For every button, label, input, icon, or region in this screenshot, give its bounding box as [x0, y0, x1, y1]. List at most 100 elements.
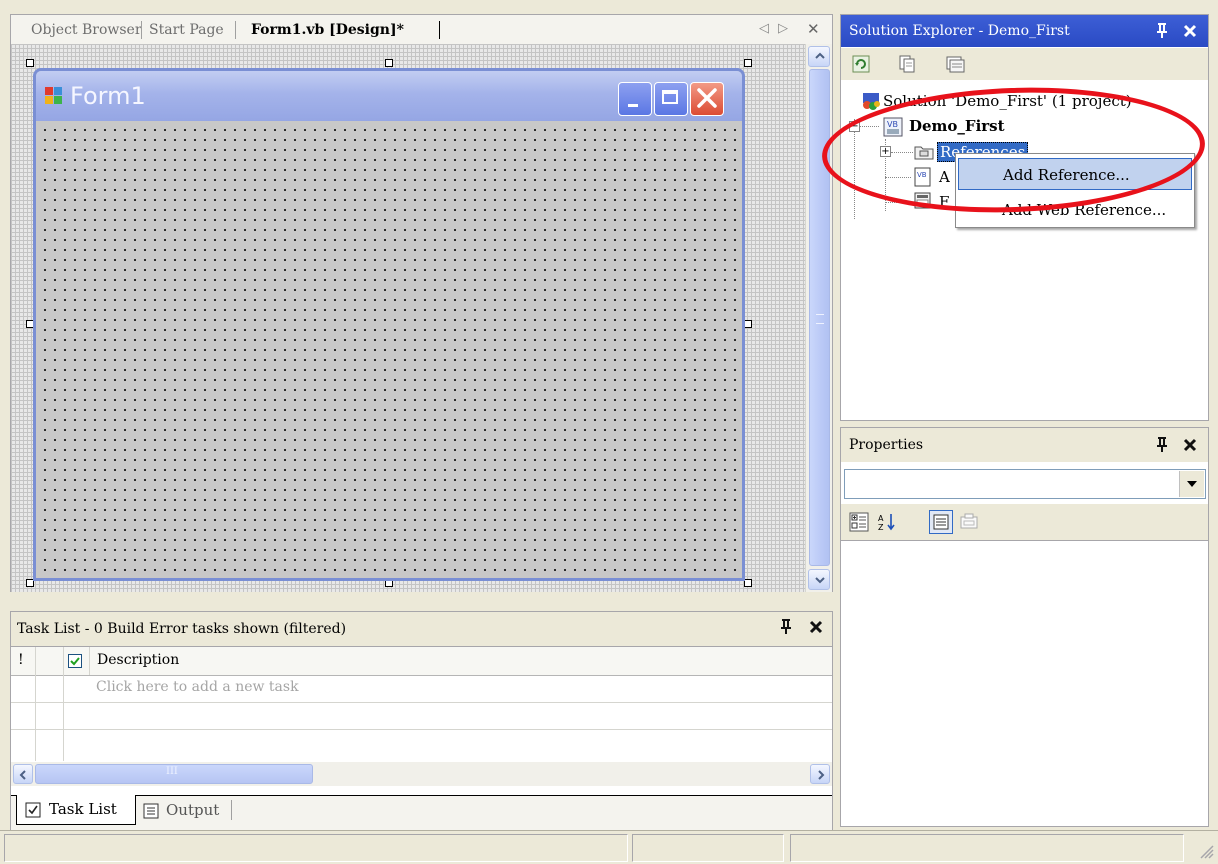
column-divider	[35, 647, 36, 675]
tab-object-browser[interactable]: Object Browser	[31, 22, 142, 38]
close-icon[interactable]	[1182, 22, 1198, 40]
vb-file-icon: VB	[914, 167, 932, 187]
scroll-left-button[interactable]	[13, 764, 33, 784]
scroll-thumb[interactable]: III	[35, 764, 313, 784]
form-icon	[45, 87, 63, 105]
solution-icon	[861, 93, 881, 111]
add-reference-label: Add Reference...	[1003, 166, 1130, 184]
pin-icon[interactable]	[1155, 436, 1169, 454]
checked-column-header[interactable]	[68, 654, 82, 668]
column-divider	[89, 647, 90, 675]
status-pane	[790, 834, 1184, 862]
status-pane	[632, 834, 784, 862]
form-close-button[interactable]	[690, 82, 724, 116]
scroll-right-button[interactable]	[810, 764, 830, 784]
scroll-down-button[interactable]	[808, 569, 830, 590]
resize-handle[interactable]	[26, 59, 34, 67]
resize-handle[interactable]	[744, 579, 752, 587]
tab-start-page[interactable]: Start Page	[149, 22, 224, 38]
grip-icon	[816, 314, 824, 324]
pin-icon[interactable]	[1155, 22, 1169, 40]
close-icon[interactable]	[808, 618, 824, 636]
collapse-icon[interactable]: −	[849, 121, 860, 132]
references-icon	[914, 143, 934, 161]
resize-handle[interactable]	[744, 320, 752, 328]
designer-vertical-scrollbar[interactable]	[805, 44, 833, 592]
chevron-left-icon	[18, 769, 28, 781]
row-divider	[11, 729, 832, 730]
scroll-tabs-left-icon[interactable]: ◁	[759, 21, 769, 36]
task-list-horizontal-scrollbar[interactable]: III	[11, 762, 832, 786]
solution-explorer-title: Solution Explorer - Demo_First	[849, 23, 1070, 39]
svg-text:A: A	[878, 514, 884, 523]
tree-connector	[854, 119, 855, 219]
close-icon[interactable]	[1182, 436, 1198, 454]
resize-grip-icon[interactable]	[1196, 841, 1214, 859]
categorized-icon[interactable]	[849, 512, 869, 532]
tab-output[interactable]: Output	[139, 796, 239, 824]
scroll-grip: III	[166, 766, 178, 777]
svg-text:VB: VB	[887, 120, 898, 129]
vb-project-icon: VB	[883, 117, 905, 139]
close-icon	[695, 85, 719, 111]
properties-title: Properties	[849, 437, 924, 453]
show-all-files-icon[interactable]	[897, 54, 917, 74]
task-list-title: Task List - 0 Build Error tasks shown (f…	[17, 621, 347, 637]
maximize-icon	[662, 90, 678, 104]
pin-icon[interactable]	[779, 618, 793, 636]
status-bar	[0, 830, 1218, 864]
form-title-bar[interactable]: Form1	[36, 71, 742, 121]
status-pane-main	[4, 834, 628, 862]
tree-connector	[891, 152, 913, 153]
tab-form1-design[interactable]: Form1.vb [Design]*	[251, 22, 404, 38]
tab-divider	[235, 21, 236, 39]
object-selector-combo[interactable]	[844, 469, 1206, 499]
expand-icon[interactable]: +	[880, 146, 891, 157]
alphabetical-icon[interactable]: AZ	[877, 512, 897, 532]
column-divider	[35, 675, 36, 761]
form-client-area[interactable]	[36, 121, 742, 578]
solution-label: Solution 'Demo_First' (1 project)	[883, 92, 1132, 110]
task-list-header: Task List - 0 Build Error tasks shown (f…	[11, 612, 832, 647]
tree-connector	[859, 126, 879, 127]
scroll-thumb[interactable]	[809, 69, 830, 566]
menu-item-add-reference[interactable]: Add Reference...	[958, 158, 1192, 190]
description-column-header[interactable]: Description	[97, 652, 179, 668]
document-tab-strip: Object Browser Start Page Form1.vb [Desi…	[10, 14, 833, 44]
column-divider	[63, 647, 64, 675]
dropdown-button[interactable]	[1179, 471, 1204, 497]
tab-task-list[interactable]: Task List	[16, 795, 136, 825]
scroll-tabs-right-icon[interactable]: ▷	[778, 21, 788, 36]
form-title: Form1	[70, 82, 146, 110]
properties-icon[interactable]	[945, 54, 965, 74]
property-pages-icon[interactable]	[959, 512, 979, 532]
new-task-placeholder[interactable]: Click here to add a new task	[96, 679, 299, 695]
solution-explorer-caption: Solution Explorer - Demo_First	[841, 15, 1208, 47]
properties-view-icon[interactable]	[929, 510, 953, 534]
task-list-panel: Task List - 0 Build Error tasks shown (f…	[10, 611, 833, 832]
checkbox-icon	[25, 802, 41, 818]
column-divider	[63, 675, 64, 761]
menu-item-add-web-reference[interactable]: Add Web Reference...	[958, 194, 1192, 226]
scroll-up-button[interactable]	[808, 46, 830, 67]
properties-caption: Properties	[841, 428, 1208, 462]
add-web-reference-label: Add Web Reference...	[1002, 201, 1167, 219]
svg-text:Z: Z	[878, 523, 884, 532]
tree-connector	[885, 202, 911, 203]
form1-label: F	[939, 193, 950, 211]
minimize-icon	[628, 104, 638, 107]
close-document-icon[interactable]: ✕	[807, 20, 820, 38]
refresh-icon[interactable]	[851, 54, 871, 74]
task-list-column-header: ! Description	[11, 647, 832, 676]
minimize-button[interactable]	[618, 82, 652, 116]
tab-divider	[141, 21, 142, 39]
form1-window[interactable]: Form1	[33, 68, 745, 581]
tree-connector	[885, 177, 911, 178]
svg-text:VB: VB	[917, 171, 927, 179]
checkmark-icon	[70, 657, 80, 666]
resize-handle[interactable]	[744, 59, 752, 67]
new-task-row[interactable]: Click here to add a new task	[11, 676, 832, 703]
priority-column-header[interactable]: !	[18, 652, 24, 668]
maximize-button[interactable]	[654, 82, 688, 116]
resize-handle[interactable]	[385, 59, 393, 67]
